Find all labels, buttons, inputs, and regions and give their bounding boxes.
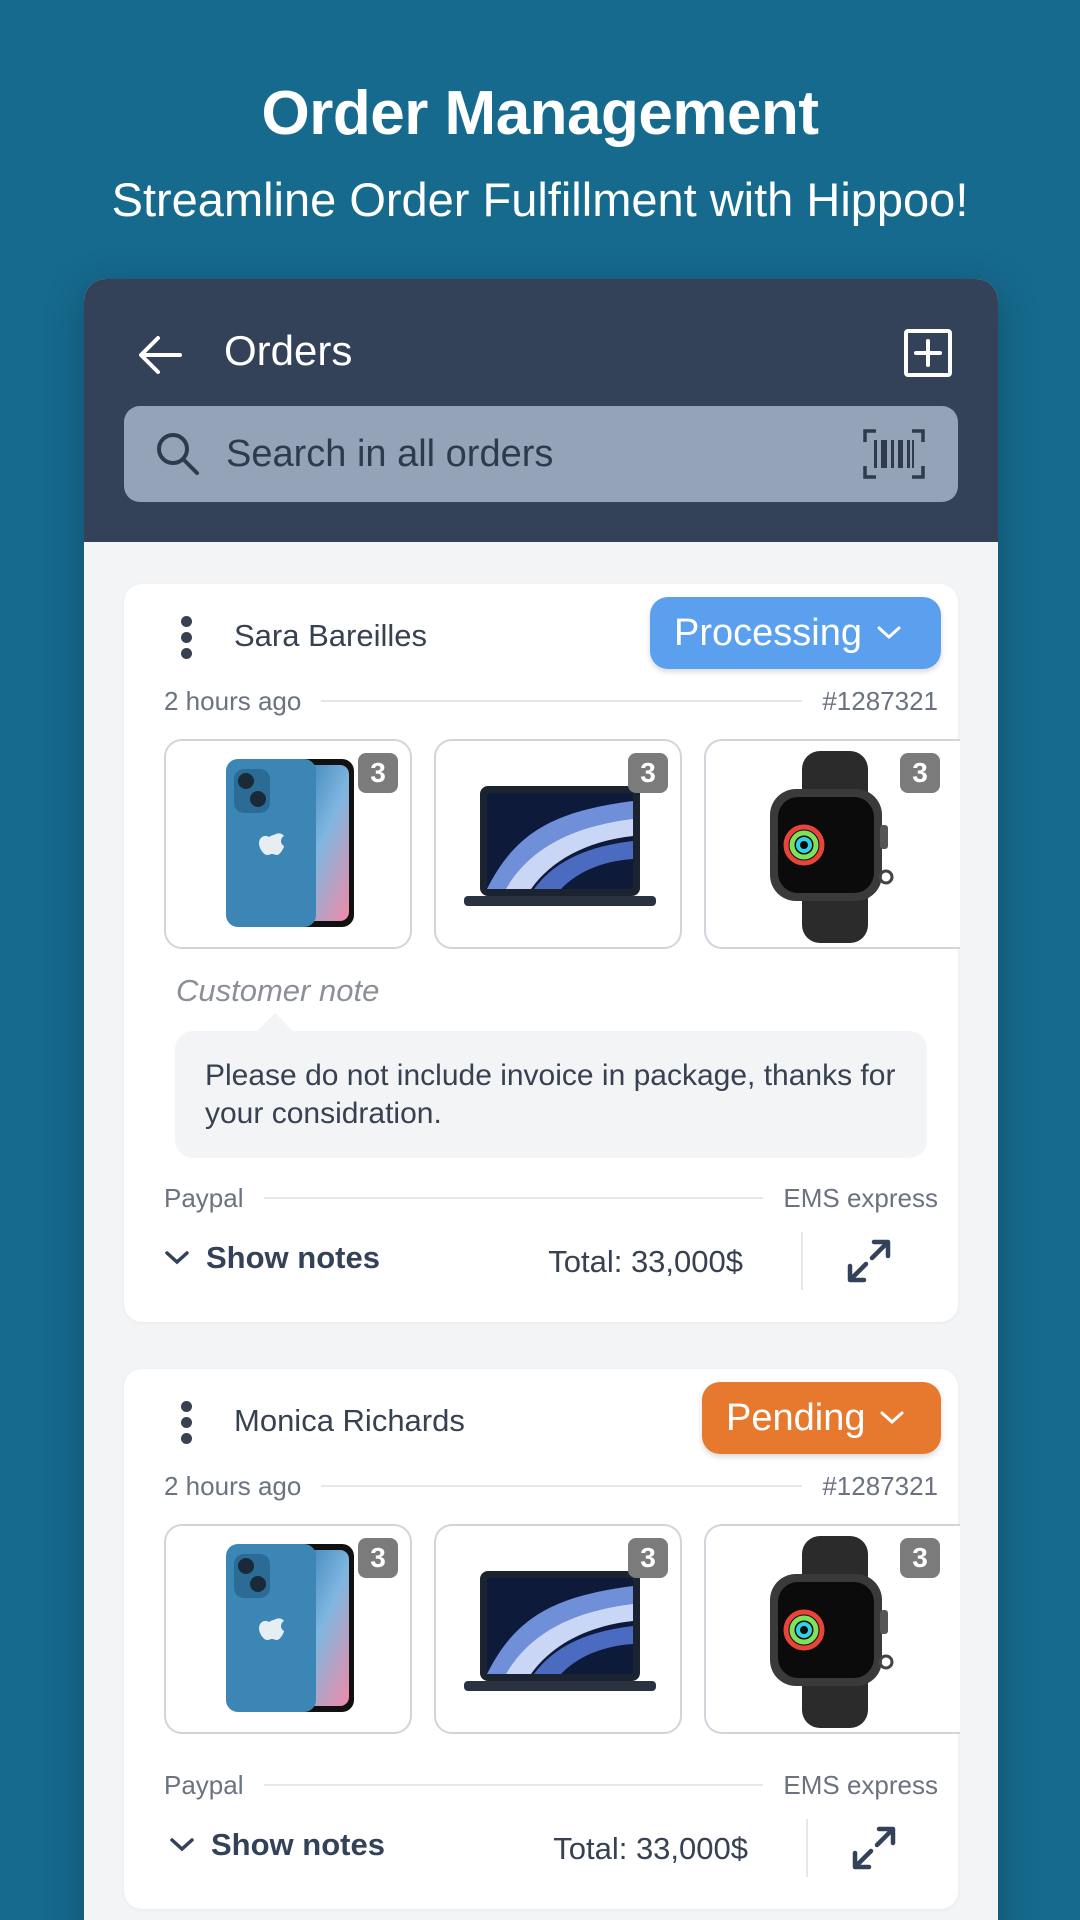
search-icon [157,433,199,475]
show-notes-button[interactable]: Show notes [169,1827,385,1863]
search-input[interactable]: Search in all orders [124,406,958,502]
more-options-icon[interactable] [178,1401,194,1445]
divider [263,1197,764,1199]
order-footer: Show notes Total: 33,000$ [164,1232,938,1292]
order-time: 2 hours ago [164,1470,302,1501]
product-thumbnail[interactable]: 3 [434,739,682,949]
order-meta: 2 hours ago #1287321 [164,1469,938,1503]
order-total: Total: 33,000$ [553,1831,748,1866]
quantity-badge: 3 [628,753,668,793]
hero-title: Order Management [261,79,819,148]
quantity-badge: 3 [358,753,398,793]
status-label: Pending [726,1396,866,1439]
shipping-method: EMS express [783,1182,938,1213]
quantity-badge: 3 [628,1538,668,1578]
payment-shipping-row: Paypal EMS express [164,1768,938,1802]
show-notes-label: Show notes [206,1240,380,1275]
divider [806,1819,808,1877]
status-label: Processing [674,611,862,654]
show-notes-button[interactable]: Show notes [164,1240,380,1276]
divider [263,1784,764,1786]
product-thumbnail[interactable]: 3 [434,1524,682,1734]
chevron-down-icon [170,1838,194,1852]
divider [801,1232,803,1290]
add-square-icon[interactable] [900,325,956,381]
hero-subtitle: Streamline Order Fulfillment with Hippoo… [111,173,969,226]
expand-icon[interactable] [844,1236,894,1286]
product-thumbnail[interactable]: 3 [164,1524,412,1734]
barcode-scan-icon[interactable] [862,428,926,480]
product-thumbnail[interactable]: 3 [704,739,960,949]
shipping-method: EMS express [783,1769,938,1800]
order-id: #1287321 [822,1470,938,1501]
divider [321,1485,803,1487]
order-footer: Show notes Total: 33,000$ [169,1819,943,1879]
show-notes-label: Show notes [211,1827,385,1862]
order-meta: 2 hours ago #1287321 [164,684,938,718]
order-time: 2 hours ago [164,685,302,716]
quantity-badge: 3 [900,753,940,793]
chevron-down-icon [165,1251,189,1265]
payment-method: Paypal [164,1769,244,1800]
order-id: #1287321 [822,685,938,716]
order-card[interactable]: Sara Bareilles Processing 2 hours ago #1… [124,584,960,1322]
quantity-badge: 3 [358,1538,398,1578]
app-bar: Orders Search in all orders [84,279,998,542]
product-thumbnail[interactable]: 3 [164,739,412,949]
payment-shipping-row: Paypal EMS express [164,1181,938,1215]
chevron-down-icon [877,626,901,640]
more-options-icon[interactable] [178,616,194,660]
search-placeholder: Search in all orders [226,433,554,475]
customer-note-label: Customer note [176,973,380,1008]
expand-icon[interactable] [849,1823,899,1873]
chevron-down-icon [880,1411,904,1425]
order-card[interactable]: Monica Richards Pending 2 hours ago #128… [124,1369,960,1909]
arrow-left-icon[interactable] [130,325,190,385]
customer-name: Monica Richards [234,1403,465,1438]
status-dropdown[interactable]: Processing [650,597,941,669]
phone-screen: Orders Search in all orders Sara Bareill… [84,279,998,1920]
divider [321,700,803,702]
order-total: Total: 33,000$ [548,1244,743,1279]
status-dropdown[interactable]: Pending [702,1382,941,1454]
quantity-badge: 3 [900,1538,940,1578]
page-title: Orders [224,327,353,374]
product-thumbnail[interactable]: 3 [704,1524,960,1734]
payment-method: Paypal [164,1182,244,1213]
customer-note: Please do not include invoice in package… [175,1013,927,1158]
customer-name: Sara Bareilles [234,618,427,653]
